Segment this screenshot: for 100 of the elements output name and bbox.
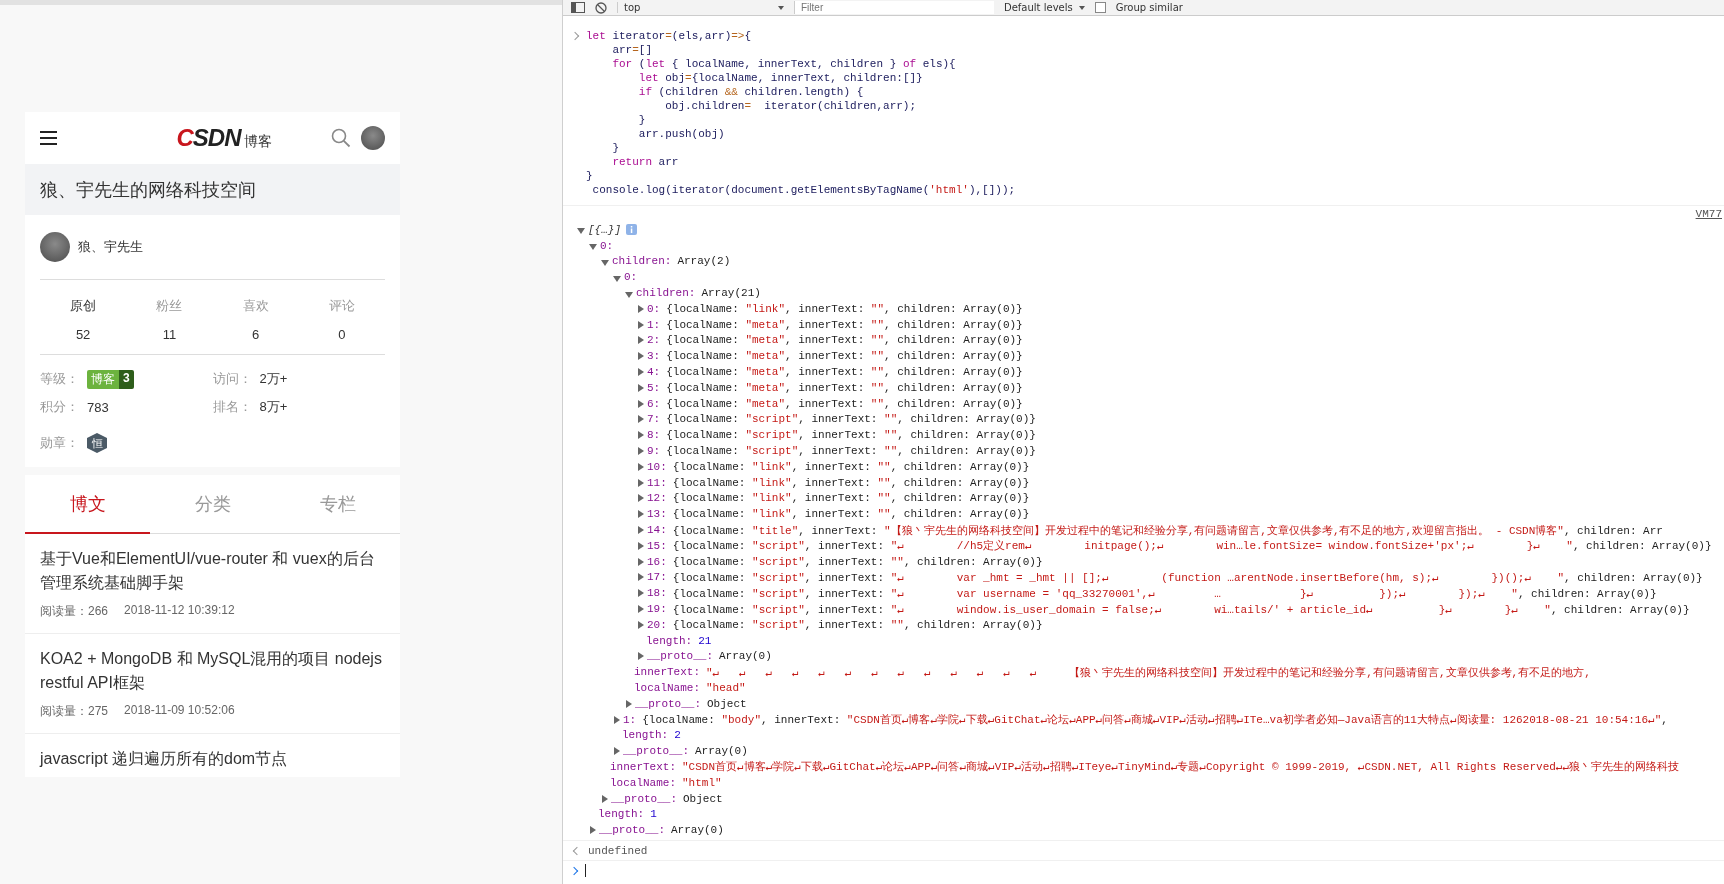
property-key: 15: xyxy=(647,539,667,552)
expand-toggle-icon[interactable] xyxy=(638,573,644,582)
checkbox[interactable] xyxy=(1094,2,1106,13)
article-title[interactable]: KOA2 + MongoDB 和 MySQL混用的项目 nodejs restful API框架 xyxy=(40,647,385,695)
expand-toggle-icon[interactable] xyxy=(590,826,596,835)
stat-label[interactable]: 原创 xyxy=(70,297,97,315)
property-value: 1 xyxy=(650,808,657,821)
property-value: "head" xyxy=(706,682,746,694)
stat-value: 0 xyxy=(338,327,346,342)
property-value: {localName: "title", innerText: "【狼丶宇先生的网络科技空间】开发过程中的笔记和经验分享,有问题请留言,文章仅供参考,有不足的地方,欢迎留言指出。 - CSDN博客", children: Arr xyxy=(672,523,1663,538)
expand-toggle-icon[interactable] xyxy=(638,320,644,329)
property-key: 16: xyxy=(647,555,667,568)
avatar[interactable] xyxy=(40,232,70,262)
menu-icon[interactable] xyxy=(40,131,57,145)
levels-dropdown[interactable]: Default levels xyxy=(1004,2,1085,13)
property-key: __proto__: xyxy=(611,792,677,805)
article-title[interactable]: 基于Vue和ElementUI/vue-router 和 vuex的后台管理系统基础脚手架 xyxy=(40,547,385,595)
property-key: 1: xyxy=(647,318,661,331)
property-value: {localName: "meta", innerText: "", children: Array(0)} xyxy=(666,350,1023,363)
property-key: 20: xyxy=(647,618,667,631)
property-value: Array(0) xyxy=(695,745,748,758)
avatar[interactable] xyxy=(361,126,385,150)
property-value: Array(2) xyxy=(677,255,731,268)
expand-toggle-icon[interactable] xyxy=(638,304,644,313)
checkbox-label[interactable]: Group similar xyxy=(1115,2,1183,13)
expand-toggle-icon[interactable] xyxy=(626,699,632,708)
property-value: {localName: "link", innerText: "", children: Array(0)} xyxy=(672,508,1030,521)
expand-toggle-icon[interactable] xyxy=(638,652,644,661)
property-key: 14: xyxy=(647,524,667,537)
property-value: {localName: "meta", innerText: "", children: Array(0)} xyxy=(666,366,1023,379)
expand-toggle-icon[interactable] xyxy=(638,589,644,598)
article-title[interactable]: javascript 递归遍历所有的dom节点 xyxy=(40,747,385,771)
text-cursor[interactable] xyxy=(585,864,586,878)
property-value: {localName: "script", innerText: "↵ var username = 'qq_33270001',↵ … }↵ });↵ });↵ ", children: Array(0)} xyxy=(672,586,1657,600)
property-key: 0: xyxy=(647,302,661,315)
code-line: obj.children= iterator(children,arr); xyxy=(664,99,918,113)
expand-toggle-icon[interactable] xyxy=(638,494,644,503)
info-value: 8万+ xyxy=(259,398,288,416)
expand-toggle-icon[interactable] xyxy=(638,383,644,392)
expand-toggle-icon[interactable] xyxy=(638,415,644,424)
property-key: innerText: xyxy=(610,761,676,773)
expand-toggle-icon[interactable] xyxy=(602,794,608,803)
sidebar-toggle-icon[interactable] xyxy=(571,2,585,13)
expand-toggle-icon[interactable] xyxy=(614,715,620,724)
medal-badge[interactable]: 恒 xyxy=(87,433,107,453)
property-key: 2: xyxy=(647,334,661,347)
expand-toggle-icon[interactable] xyxy=(613,275,621,282)
site-logo[interactable]: CSDN博客 xyxy=(176,124,272,152)
filter-field[interactable]: Filter xyxy=(794,1,994,14)
stat-value: 11 xyxy=(162,327,177,342)
code-line: arr=[] xyxy=(611,43,654,57)
expand-toggle-icon[interactable] xyxy=(601,260,609,266)
info-label: 排名： xyxy=(212,398,252,416)
expand-toggle-icon[interactable] xyxy=(638,462,644,471)
property-key: 5: xyxy=(647,381,661,394)
expand-toggle-icon[interactable] xyxy=(638,447,644,456)
property-key: 19: xyxy=(647,603,667,615)
read-count: 阅读量：266 xyxy=(40,603,109,620)
code-line: } xyxy=(611,141,620,155)
author-name[interactable]: 狼、宇先生 xyxy=(78,238,143,256)
context-select[interactable]: top xyxy=(617,2,784,13)
expand-toggle-icon[interactable] xyxy=(577,228,585,235)
expand-toggle-icon[interactable] xyxy=(638,352,644,361)
property-value: "↵ ↵ ↵ ↵ ↵ ↵ ↵ ↵ ↵ ↵ ↵ ↵ ↵ 【狼丶宇先生的网络科技空间】开发过程中的笔记和经验分享,有问题请留言,文章仅供参考,有不足的地方, xyxy=(706,665,1591,680)
expand-toggle-icon[interactable] xyxy=(638,510,644,519)
expand-toggle-icon[interactable] xyxy=(638,605,644,613)
property-key: 11: xyxy=(647,476,667,489)
expand-toggle-icon[interactable] xyxy=(638,368,644,377)
property-key: __proto__: xyxy=(599,824,665,837)
property-key: 6: xyxy=(647,397,661,410)
property-value: Object xyxy=(707,697,747,710)
source-link[interactable]: VM77 xyxy=(1695,208,1724,220)
property-key: 3: xyxy=(647,350,661,363)
expand-toggle-icon[interactable] xyxy=(638,557,644,566)
property-key: 18: xyxy=(647,587,667,600)
property-value: 2 xyxy=(674,729,681,742)
array-summary[interactable]: [{…}] xyxy=(588,223,621,236)
code-line: if (children && children.length) { xyxy=(637,85,865,99)
expand-toggle-icon[interactable] xyxy=(625,291,633,298)
expand-toggle-icon[interactable] xyxy=(614,747,620,756)
expand-toggle-icon[interactable] xyxy=(638,478,644,487)
property-key: children: xyxy=(612,255,672,268)
expand-toggle-icon[interactable] xyxy=(638,336,644,345)
expand-toggle-icon[interactable] xyxy=(638,526,644,535)
property-key: 8: xyxy=(647,429,661,442)
property-value: {localName: "link", innerText: "", children: Array(0)} xyxy=(672,476,1030,489)
expand-toggle-icon[interactable] xyxy=(638,620,644,629)
expand-toggle-icon[interactable] xyxy=(638,541,644,550)
code-line: arr.push(obj) xyxy=(637,127,726,141)
search-icon[interactable] xyxy=(331,128,351,148)
clear-console-icon[interactable] xyxy=(595,1,607,14)
expand-toggle-icon[interactable] xyxy=(638,431,644,440)
expand-toggle-icon[interactable] xyxy=(589,244,597,251)
property-value: {localName: "link", innerText: "", children: Array(0)} xyxy=(666,302,1023,315)
property-value: Array(21) xyxy=(701,287,761,300)
property-value: {localName: "script", innerText: "↵ var _hmt = _hmt || [];↵ (function …arentNode.insertBefore(hm, s);↵ })();↵ ", children: Array(0)} xyxy=(672,570,1703,584)
property-key: 17: xyxy=(647,571,667,584)
property-key: 12: xyxy=(647,492,667,505)
info-label: 积分： xyxy=(40,398,79,416)
expand-toggle-icon[interactable] xyxy=(638,399,644,408)
